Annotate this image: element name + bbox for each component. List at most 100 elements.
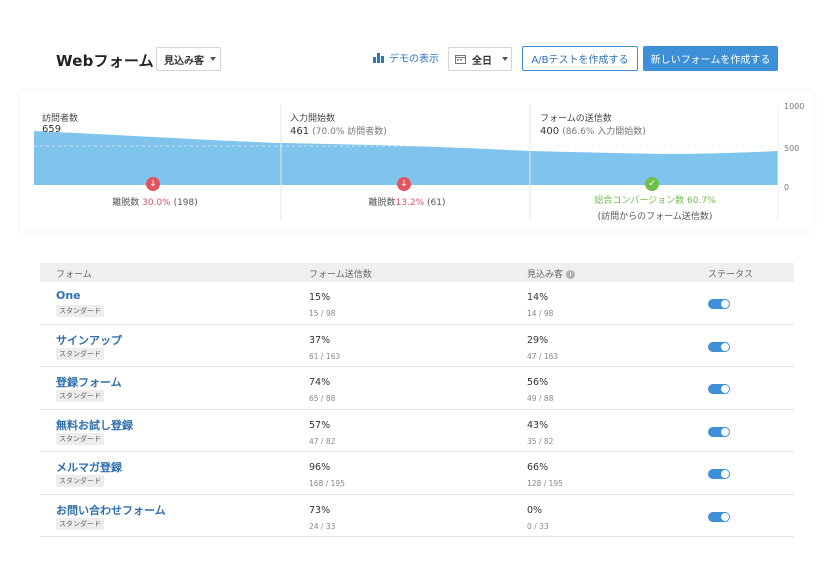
submit-ratio: 65 / 88 <box>309 394 336 403</box>
plan-badge: スタンダード <box>56 517 104 530</box>
column-header-form: フォーム <box>56 270 92 280</box>
form-name-link[interactable]: お問い合わせフォーム <box>56 502 166 518</box>
segment-dropdown-label: 見込み客 <box>164 55 204 67</box>
toggle-knob <box>721 385 729 393</box>
create-ab-test-button[interactable]: A/Bテストを作成する <box>522 46 638 71</box>
lead-rate: 14% <box>527 292 549 303</box>
submissions-value: 400 (86.6% 入力開始数) <box>540 124 646 137</box>
toggle-knob <box>721 300 729 308</box>
lead-ratio: 49 / 88 <box>527 394 554 403</box>
column-header-leads-label: 見込み客 <box>527 270 564 280</box>
status-toggle[interactable] <box>708 384 730 394</box>
form-name-link[interactable]: 登録フォーム <box>56 374 122 390</box>
dropoff-stat-2: 離脱数13.2% (61) <box>342 195 472 208</box>
submissions-ratio: (86.6% 入力開始数) <box>562 127 646 137</box>
toggle-knob <box>721 342 729 351</box>
conversion-stat: 総合コンバージョン数 60.7% (訪問からのフォーム送信数) <box>565 193 745 222</box>
column-header-submits: フォーム送信数 <box>309 270 372 280</box>
plan-badge: スタンダード <box>56 432 104 445</box>
submit-ratio: 168 / 195 <box>309 479 345 488</box>
period-dropdown[interactable]: 全日 <box>448 47 512 71</box>
lead-ratio: 47 / 163 <box>527 351 559 361</box>
lead-rate: 66% <box>527 462 549 473</box>
dropoff-stat-1: 離脱数 30.0% (198) <box>90 195 220 208</box>
submit-rate: 74% <box>309 377 331 388</box>
dropoff-prefix: 離脱数 <box>368 198 396 208</box>
submit-ratio: 24 / 33 <box>309 521 336 531</box>
form-name-link[interactable]: サインアップ <box>56 332 122 348</box>
table-row: One スタンダード 15% 15 / 98 14% 14 / 98 <box>40 282 794 325</box>
demo-view-label: デモの表示 <box>389 54 439 65</box>
page-title: Webフォーム <box>56 52 154 70</box>
info-icon[interactable]: i <box>566 270 576 279</box>
period-dropdown-label: 全日 <box>472 55 492 67</box>
conversion-rate: 総合コンバージョン数 60.7% <box>594 196 716 206</box>
table-row: メルマガ登録 スタンダード 96% 168 / 195 66% 128 / 195 <box>40 452 794 495</box>
form-name-link[interactable]: 無料お試し登録 <box>56 417 133 433</box>
lead-ratio: 14 / 98 <box>527 309 554 318</box>
down-arrow-icon: ↓ <box>146 177 160 191</box>
input-start-count: 461 <box>290 126 310 137</box>
visitors-value: 659 <box>42 124 61 135</box>
table-row: サインアップ スタンダード 37% 61 / 163 29% 47 / 163 <box>40 325 794 367</box>
demo-view-link[interactable]: デモの表示 <box>373 50 439 65</box>
submit-rate: 37% <box>309 334 331 346</box>
input-start-ratio: (70.0% 訪問者数) <box>312 127 387 137</box>
column-header-leads: 見込み客 i <box>527 267 576 280</box>
chevron-down-icon <box>210 57 216 61</box>
plan-badge: スタンダード <box>56 347 104 360</box>
dropoff-count: (61) <box>427 198 446 208</box>
y-tick-label: 500 <box>784 144 800 153</box>
bar-chart-icon <box>373 52 384 63</box>
column-header-status: ステータス <box>708 270 754 280</box>
plan-badge: スタンダード <box>56 475 104 487</box>
create-form-button[interactable]: 新しいフォームを作成する <box>643 46 778 71</box>
submit-ratio: 15 / 98 <box>309 309 336 318</box>
lead-ratio: 35 / 82 <box>527 436 554 446</box>
conversion-note: (訪問からのフォーム送信数) <box>597 212 713 222</box>
table-row: 登録フォーム スタンダード 74% 65 / 88 56% 49 / 88 <box>40 367 794 410</box>
dropoff-pct: 13.2% <box>395 198 425 208</box>
input-start-label: 入力開始数 <box>290 114 336 124</box>
lead-rate: 29% <box>527 334 549 346</box>
form-name-link[interactable]: One <box>56 289 81 302</box>
lead-rate: 43% <box>527 419 549 431</box>
form-name-link[interactable]: メルマガ登録 <box>56 459 122 475</box>
toggle-knob <box>721 427 729 436</box>
status-toggle[interactable] <box>708 511 730 522</box>
lead-ratio: 0 / 33 <box>527 521 549 531</box>
table-header: フォーム フォーム送信数 見込み客 i ステータス <box>40 263 794 282</box>
submit-ratio: 61 / 163 <box>309 351 341 361</box>
funnel-panel: 訪問者数 659 入力開始数 461 (70.0% 訪問者数) フォームの送信数… <box>20 91 813 231</box>
y-tick-label: 0 <box>784 183 790 192</box>
visitors-count: 659 <box>42 124 62 135</box>
lead-rate: 56% <box>527 377 549 388</box>
status-toggle[interactable] <box>708 426 730 437</box>
submit-rate: 96% <box>309 462 331 473</box>
check-icon: ✓ <box>645 177 659 191</box>
submit-rate: 57% <box>309 419 331 431</box>
submit-ratio: 47 / 82 <box>309 436 336 446</box>
lead-ratio: 128 / 195 <box>527 479 563 488</box>
y-tick-label: 1000 <box>784 102 805 111</box>
down-arrow-icon: ↓ <box>397 177 411 191</box>
status-toggle[interactable] <box>708 299 730 309</box>
toggle-knob <box>721 470 729 478</box>
toggle-knob <box>721 512 729 521</box>
visitors-label: 訪問者数 <box>42 114 79 124</box>
status-toggle[interactable] <box>708 341 730 352</box>
plan-badge: スタンダード <box>56 390 104 402</box>
submissions-label: フォームの送信数 <box>540 114 612 124</box>
table-row: 無料お試し登録 スタンダード 57% 47 / 82 43% 35 / 82 <box>40 410 794 452</box>
dropoff-pct: 30.0% <box>142 198 171 208</box>
forms-table: フォーム フォーム送信数 見込み客 i ステータス One スタンダード 15% 15 … <box>40 263 794 537</box>
input-start-value: 461 (70.0% 訪問者数) <box>290 124 387 137</box>
table-row: お問い合わせフォーム スタンダード 73% 24 / 33 0% 0 / 33 <box>40 495 794 537</box>
dropoff-count: (198) <box>173 198 198 208</box>
segment-dropdown[interactable]: 見込み客 <box>156 47 221 71</box>
plan-badge: スタンダード <box>56 305 104 317</box>
calendar-icon <box>455 55 466 64</box>
dropoff-prefix: 離脱数 <box>112 198 143 208</box>
status-toggle[interactable] <box>708 469 730 479</box>
lead-rate: 0% <box>527 504 543 516</box>
